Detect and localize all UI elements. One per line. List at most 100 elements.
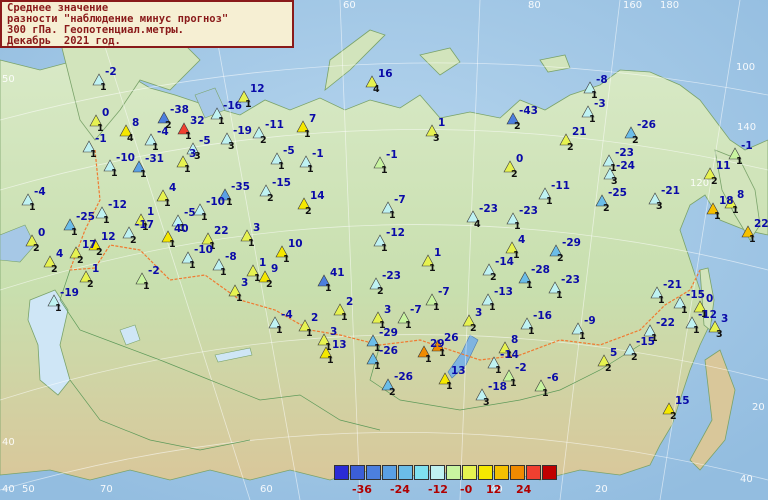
station-count: 1 xyxy=(201,212,208,223)
station-count: 2 xyxy=(490,272,497,283)
station-value: 2 xyxy=(311,312,318,324)
station-value: 13 xyxy=(451,365,466,377)
station-count: 3 xyxy=(228,141,235,152)
station-value: -8 xyxy=(225,251,237,263)
station-count: 1 xyxy=(325,283,332,294)
station-value: 0 xyxy=(516,153,523,165)
station-count: 1 xyxy=(111,168,118,179)
station-value: 1 xyxy=(92,263,99,275)
station-value: -4 xyxy=(34,186,46,198)
station-value: 3 xyxy=(189,148,196,160)
station-count: 1 xyxy=(307,164,314,175)
station-count: 1 xyxy=(164,198,171,209)
grid-label: 100 xyxy=(736,62,755,73)
station-value: -12 xyxy=(108,199,127,211)
station-value: -12 xyxy=(386,227,405,239)
station-count: 2 xyxy=(305,206,312,217)
station-value: 5 xyxy=(610,347,617,359)
station-count: 1 xyxy=(29,202,36,213)
station-count: 1 xyxy=(693,325,700,336)
station-count: 2 xyxy=(711,176,718,187)
station-count: 1 xyxy=(327,355,334,366)
map-canvas: 60 80 100 120 140 160 180 40 40 50 50 60… xyxy=(0,0,768,500)
station-value: 13 xyxy=(332,339,347,351)
grid-label: 120 xyxy=(690,178,709,189)
station-count: 1 xyxy=(446,381,453,392)
scale-swatch xyxy=(510,465,525,480)
station-count: 3 xyxy=(716,329,723,340)
station-value: 3 xyxy=(384,304,391,316)
station-count: 1 xyxy=(152,142,159,153)
station-count: 1 xyxy=(714,211,721,222)
station-value: -11 xyxy=(551,180,570,192)
grid-label: 140 xyxy=(737,122,756,133)
station-count: 2 xyxy=(389,387,396,398)
station-value: -8 xyxy=(596,74,608,86)
station-value: -15 xyxy=(636,336,655,348)
station-value: 17 xyxy=(82,239,97,251)
station-count: 1 xyxy=(236,293,243,304)
grid-label: 60 xyxy=(343,0,356,11)
station-count: 1 xyxy=(306,328,313,339)
station-count: 1 xyxy=(184,164,191,175)
station-value: -26 xyxy=(394,371,413,383)
station-count: 1 xyxy=(341,312,348,323)
station-value: 15 xyxy=(675,395,690,407)
station-count: 2 xyxy=(51,264,58,275)
station-value: -10 xyxy=(206,196,225,208)
station-value: -12 xyxy=(698,309,717,321)
station-count: 1 xyxy=(143,281,150,292)
station-count: 1 xyxy=(254,273,261,284)
station-count: 2 xyxy=(511,169,518,180)
station-value: -14 xyxy=(495,256,514,268)
station-value: -26 xyxy=(379,345,398,357)
grid-label: 80 xyxy=(528,0,541,11)
station-value: -15 xyxy=(686,289,705,301)
station-count: 1 xyxy=(304,129,311,140)
station-count: 1 xyxy=(389,210,396,221)
station-count: 1 xyxy=(658,295,665,306)
station-count: 2 xyxy=(87,279,94,290)
station-count: 1 xyxy=(374,361,381,372)
scale-label: -24 xyxy=(390,483,410,496)
station-count: 2 xyxy=(470,323,477,334)
station-value: 0 xyxy=(102,107,109,119)
station-value: -23 xyxy=(561,274,580,286)
station-count: 1 xyxy=(140,169,147,180)
station-count: 1 xyxy=(513,250,520,261)
grid-label: 60 xyxy=(260,484,273,495)
station-value: -24 xyxy=(616,160,635,172)
station-count: 1 xyxy=(579,331,586,342)
station-count: 2 xyxy=(77,255,84,266)
station-value: -4 xyxy=(281,309,293,321)
scale-label: -36 xyxy=(352,483,372,496)
station-value: -15 xyxy=(272,177,291,189)
station-count: 1 xyxy=(489,302,496,313)
station-value: 12 xyxy=(250,83,265,95)
station-value: 3 xyxy=(253,222,260,234)
station-value: -16 xyxy=(533,310,552,322)
station-count: 1 xyxy=(103,215,110,226)
station-value: -2 xyxy=(148,265,160,277)
station-value: 40 xyxy=(174,223,189,235)
station-value: 2 xyxy=(346,296,353,308)
station-count: 1 xyxy=(526,280,533,291)
station-count: 2 xyxy=(514,121,521,132)
scale-swatch xyxy=(366,465,381,480)
station-value: -23 xyxy=(479,203,498,215)
station-count: 2 xyxy=(632,135,639,146)
station-value: -38 xyxy=(170,104,189,116)
station-value: 1 xyxy=(434,247,441,259)
station-value: -9 xyxy=(584,315,596,327)
grid-label: 70 xyxy=(100,484,113,495)
station-value: 41 xyxy=(330,267,345,279)
grid-label: 40 xyxy=(2,437,15,448)
station-value: -19 xyxy=(60,287,79,299)
station-count: 1 xyxy=(381,243,388,254)
station-count: 1 xyxy=(589,114,596,125)
station-value: -23 xyxy=(615,147,634,159)
station-value: -19 xyxy=(233,125,252,137)
station-value: 8 xyxy=(132,117,139,129)
station-value: -14 xyxy=(500,349,519,361)
station-value: -25 xyxy=(76,211,95,223)
